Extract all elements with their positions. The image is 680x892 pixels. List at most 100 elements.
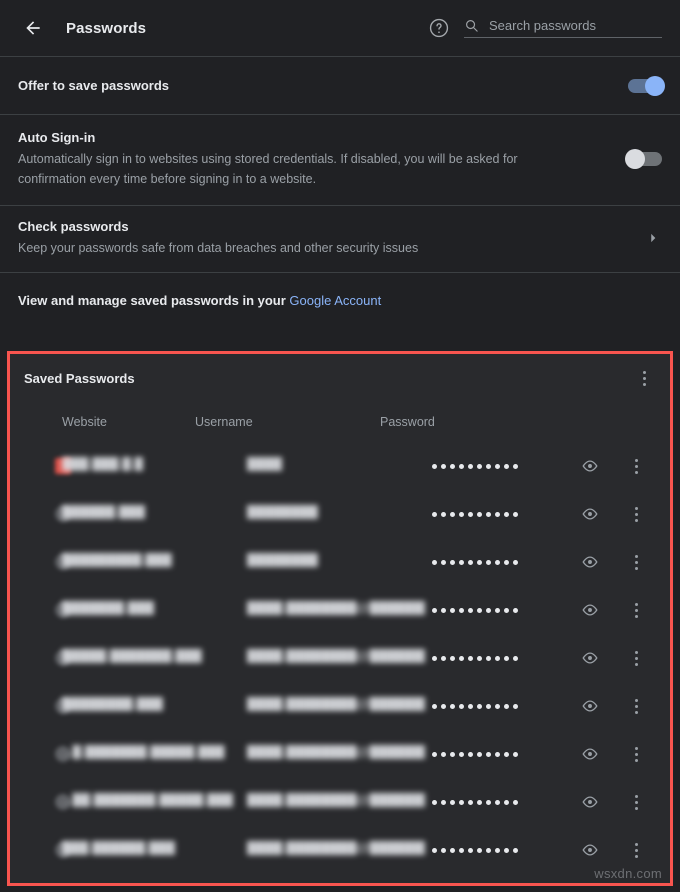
row-more-actions-button[interactable] bbox=[628, 504, 644, 524]
back-button[interactable] bbox=[18, 13, 48, 43]
setting-offer-to-save-passwords[interactable]: Offer to save passwords bbox=[0, 57, 680, 114]
search-input[interactable] bbox=[489, 18, 665, 33]
search-field[interactable] bbox=[464, 18, 662, 38]
username-value: ████.████████@███████... bbox=[247, 649, 425, 663]
setting-auto-sign-in[interactable]: Auto Sign-in Automatically sign in to we… bbox=[0, 115, 680, 205]
column-header-username: Username bbox=[195, 415, 380, 429]
row-more-actions-button[interactable] bbox=[628, 600, 644, 620]
show-password-button[interactable] bbox=[580, 648, 600, 668]
show-password-button[interactable] bbox=[580, 696, 600, 716]
show-password-button[interactable] bbox=[580, 552, 600, 572]
offer-toggle[interactable] bbox=[628, 79, 662, 93]
password-mask-dot bbox=[441, 704, 446, 709]
row-more-actions-button[interactable] bbox=[628, 696, 644, 716]
row-more-actions-button[interactable] bbox=[628, 552, 644, 572]
search-icon bbox=[464, 18, 479, 33]
check-passwords-text-block: Check passwords Keep your passwords safe… bbox=[18, 218, 644, 258]
table-row[interactable]: ███.███.█.█████ bbox=[10, 442, 670, 490]
kebab-dot bbox=[635, 711, 638, 714]
password-mask-dot bbox=[468, 656, 473, 661]
password-mask-dot bbox=[468, 464, 473, 469]
password-mask-dot bbox=[486, 656, 491, 661]
row-more-actions-button[interactable] bbox=[628, 648, 644, 668]
table-row[interactable]: ...█.███████.█████.███████.████████@████… bbox=[10, 730, 670, 778]
kebab-dot bbox=[643, 371, 646, 374]
watermark: wsxdn.com bbox=[594, 866, 662, 881]
kebab-dot bbox=[635, 567, 638, 570]
favicon-cell bbox=[10, 746, 62, 762]
table-row[interactable]: ...██.███████.█████.███ ████.████████@███… bbox=[10, 778, 670, 826]
password-mask-dot bbox=[477, 656, 482, 661]
password-mask-dot bbox=[495, 800, 500, 805]
password-mask-dot bbox=[450, 560, 455, 565]
password-mask-dot bbox=[495, 464, 500, 469]
password-mask-dot bbox=[513, 704, 518, 709]
kebab-dot bbox=[635, 705, 638, 708]
check-passwords-chevron[interactable] bbox=[644, 229, 662, 247]
chevron-right-icon bbox=[646, 231, 660, 245]
password-mask-dot bbox=[441, 464, 446, 469]
kebab-dot bbox=[635, 471, 638, 474]
google-account-link[interactable]: Google Account bbox=[289, 293, 381, 308]
password-mask-dot bbox=[459, 800, 464, 805]
table-row[interactable]: ████████.███████.████████@███████... bbox=[10, 682, 670, 730]
show-password-button[interactable] bbox=[580, 456, 600, 476]
kebab-dot bbox=[635, 807, 638, 810]
username-value: ████.████████@███████... bbox=[247, 601, 425, 615]
kebab-dot bbox=[635, 663, 638, 666]
cell-actions bbox=[565, 744, 670, 764]
password-mask-dot bbox=[504, 464, 509, 469]
username-value: ████.████████@███████... bbox=[247, 793, 425, 807]
show-password-button[interactable] bbox=[580, 600, 600, 620]
password-mask-dot bbox=[450, 656, 455, 661]
top-bar: Passwords bbox=[0, 0, 680, 56]
cell-website: ...█.███████.█████.███ bbox=[62, 745, 247, 764]
cell-password bbox=[432, 752, 565, 757]
kebab-dot bbox=[635, 519, 638, 522]
eye-icon bbox=[581, 745, 599, 763]
setting-check-passwords[interactable]: Check passwords Keep your passwords safe… bbox=[0, 206, 680, 272]
table-row[interactable]: ███.██████.███████.████████@███████... bbox=[10, 826, 670, 874]
show-password-button[interactable] bbox=[580, 792, 600, 812]
password-mask-dot bbox=[459, 752, 464, 757]
password-mask-dot bbox=[459, 608, 464, 613]
help-icon[interactable] bbox=[428, 17, 450, 39]
table-row[interactable]: ███████.███████.████████@███████... bbox=[10, 586, 670, 634]
password-mask-dot bbox=[495, 608, 500, 613]
website-value: █████████.███ bbox=[62, 553, 172, 567]
kebab-dot bbox=[635, 513, 638, 516]
auto-signin-text-block: Auto Sign-in Automatically sign in to we… bbox=[18, 129, 628, 189]
website-value: ...██.███████.█████.███ bbox=[62, 793, 233, 807]
password-mask-dot bbox=[477, 752, 482, 757]
cell-username: ████.████████@███████... bbox=[247, 697, 432, 716]
password-mask-dot bbox=[495, 656, 500, 661]
password-mask-dot bbox=[459, 560, 464, 565]
password-mask-dot bbox=[468, 848, 473, 853]
password-mask-dot bbox=[441, 752, 446, 757]
row-more-actions-button[interactable] bbox=[628, 744, 644, 764]
table-row[interactable]: █████.███████.███████.████████@███████..… bbox=[10, 634, 670, 682]
password-mask-dot bbox=[432, 800, 437, 805]
show-password-button[interactable] bbox=[580, 840, 600, 860]
kebab-dot bbox=[635, 615, 638, 618]
table-row[interactable]: █████████.███████████ bbox=[10, 538, 670, 586]
kebab-dot bbox=[635, 651, 638, 654]
account-line: View and manage saved passwords in your … bbox=[18, 293, 381, 308]
cell-username: ████.████████@███████... bbox=[247, 601, 432, 620]
row-more-actions-button[interactable] bbox=[628, 840, 644, 860]
check-passwords-title: Check passwords bbox=[18, 218, 620, 236]
show-password-button[interactable] bbox=[580, 504, 600, 524]
username-value: ████.████████@███████... bbox=[247, 745, 425, 759]
table-row[interactable]: ██████.███████████ bbox=[10, 490, 670, 538]
saved-passwords-more-options-button[interactable] bbox=[632, 366, 656, 390]
row-more-actions-button[interactable] bbox=[628, 792, 644, 812]
password-mask-dot bbox=[513, 608, 518, 613]
password-mask-dot bbox=[468, 512, 473, 517]
row-more-actions-button[interactable] bbox=[628, 456, 644, 476]
cell-password bbox=[432, 800, 565, 805]
auto-signin-toggle[interactable] bbox=[628, 152, 662, 166]
password-mask-dot bbox=[486, 848, 491, 853]
show-password-button[interactable] bbox=[580, 744, 600, 764]
google-account-row: View and manage saved passwords in your … bbox=[0, 273, 680, 328]
top-bar-actions bbox=[428, 17, 662, 39]
